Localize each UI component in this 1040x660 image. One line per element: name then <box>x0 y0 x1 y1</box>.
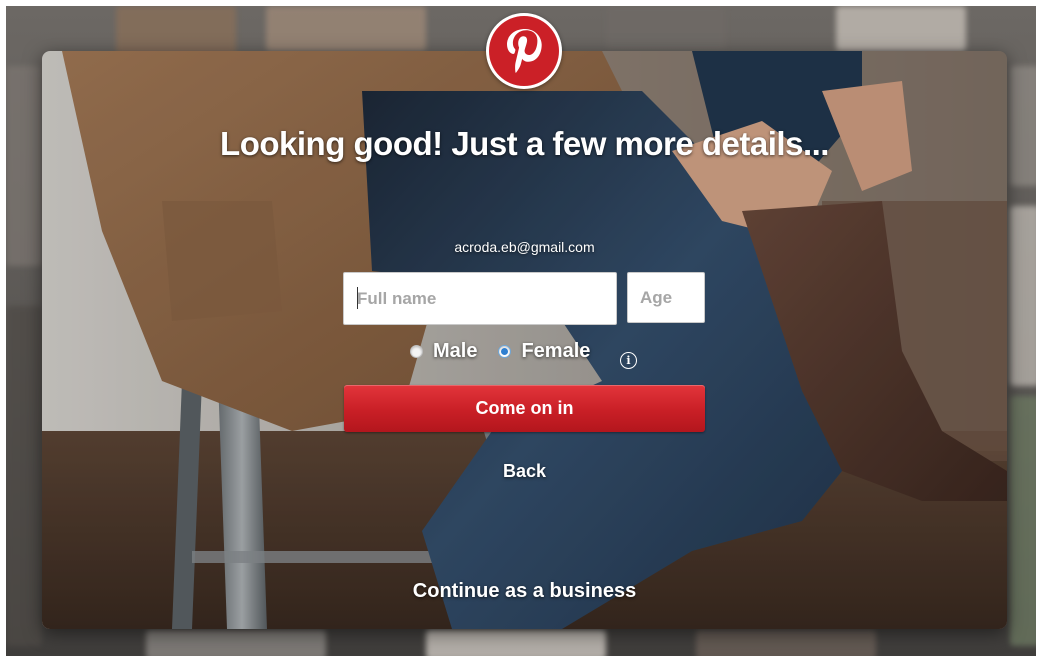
female-label: Female <box>521 340 591 362</box>
continue-as-business-link[interactable]: Continue as a business <box>42 580 1007 603</box>
background-pin <box>6 66 42 266</box>
background-pin <box>1010 66 1036 186</box>
age-input[interactable] <box>627 272 705 323</box>
background-pin <box>426 630 606 656</box>
background-pin <box>266 6 426 51</box>
background-pin <box>606 6 726 51</box>
background-pin <box>116 6 236 56</box>
male-radio[interactable]: Male <box>410 340 477 363</box>
background-pin <box>836 6 966 51</box>
headline: Looking good! Just a few more details... <box>220 125 829 162</box>
radio-checked-icon[interactable] <box>498 345 512 358</box>
background-pin <box>6 306 42 646</box>
pinterest-p-icon <box>489 16 559 86</box>
text-cursor <box>357 287 358 309</box>
background-pin <box>1010 396 1036 646</box>
background-pin <box>146 630 326 656</box>
male-label: Male <box>433 340 478 362</box>
come-on-in-button[interactable]: Come on in <box>344 385 705 432</box>
radio-unchecked-icon[interactable] <box>410 345 423 358</box>
full-name-input[interactable] <box>343 272 617 325</box>
info-icon[interactable]: i <box>620 352 637 369</box>
background-pin <box>696 630 876 656</box>
background-pin <box>1010 206 1036 386</box>
gender-radio-group: Male Female <box>410 340 590 363</box>
pinterest-logo <box>486 13 562 89</box>
back-link[interactable]: Back <box>42 461 1007 482</box>
female-radio[interactable]: Female <box>498 340 590 363</box>
account-email: acroda.eb@gmail.com <box>454 239 595 255</box>
